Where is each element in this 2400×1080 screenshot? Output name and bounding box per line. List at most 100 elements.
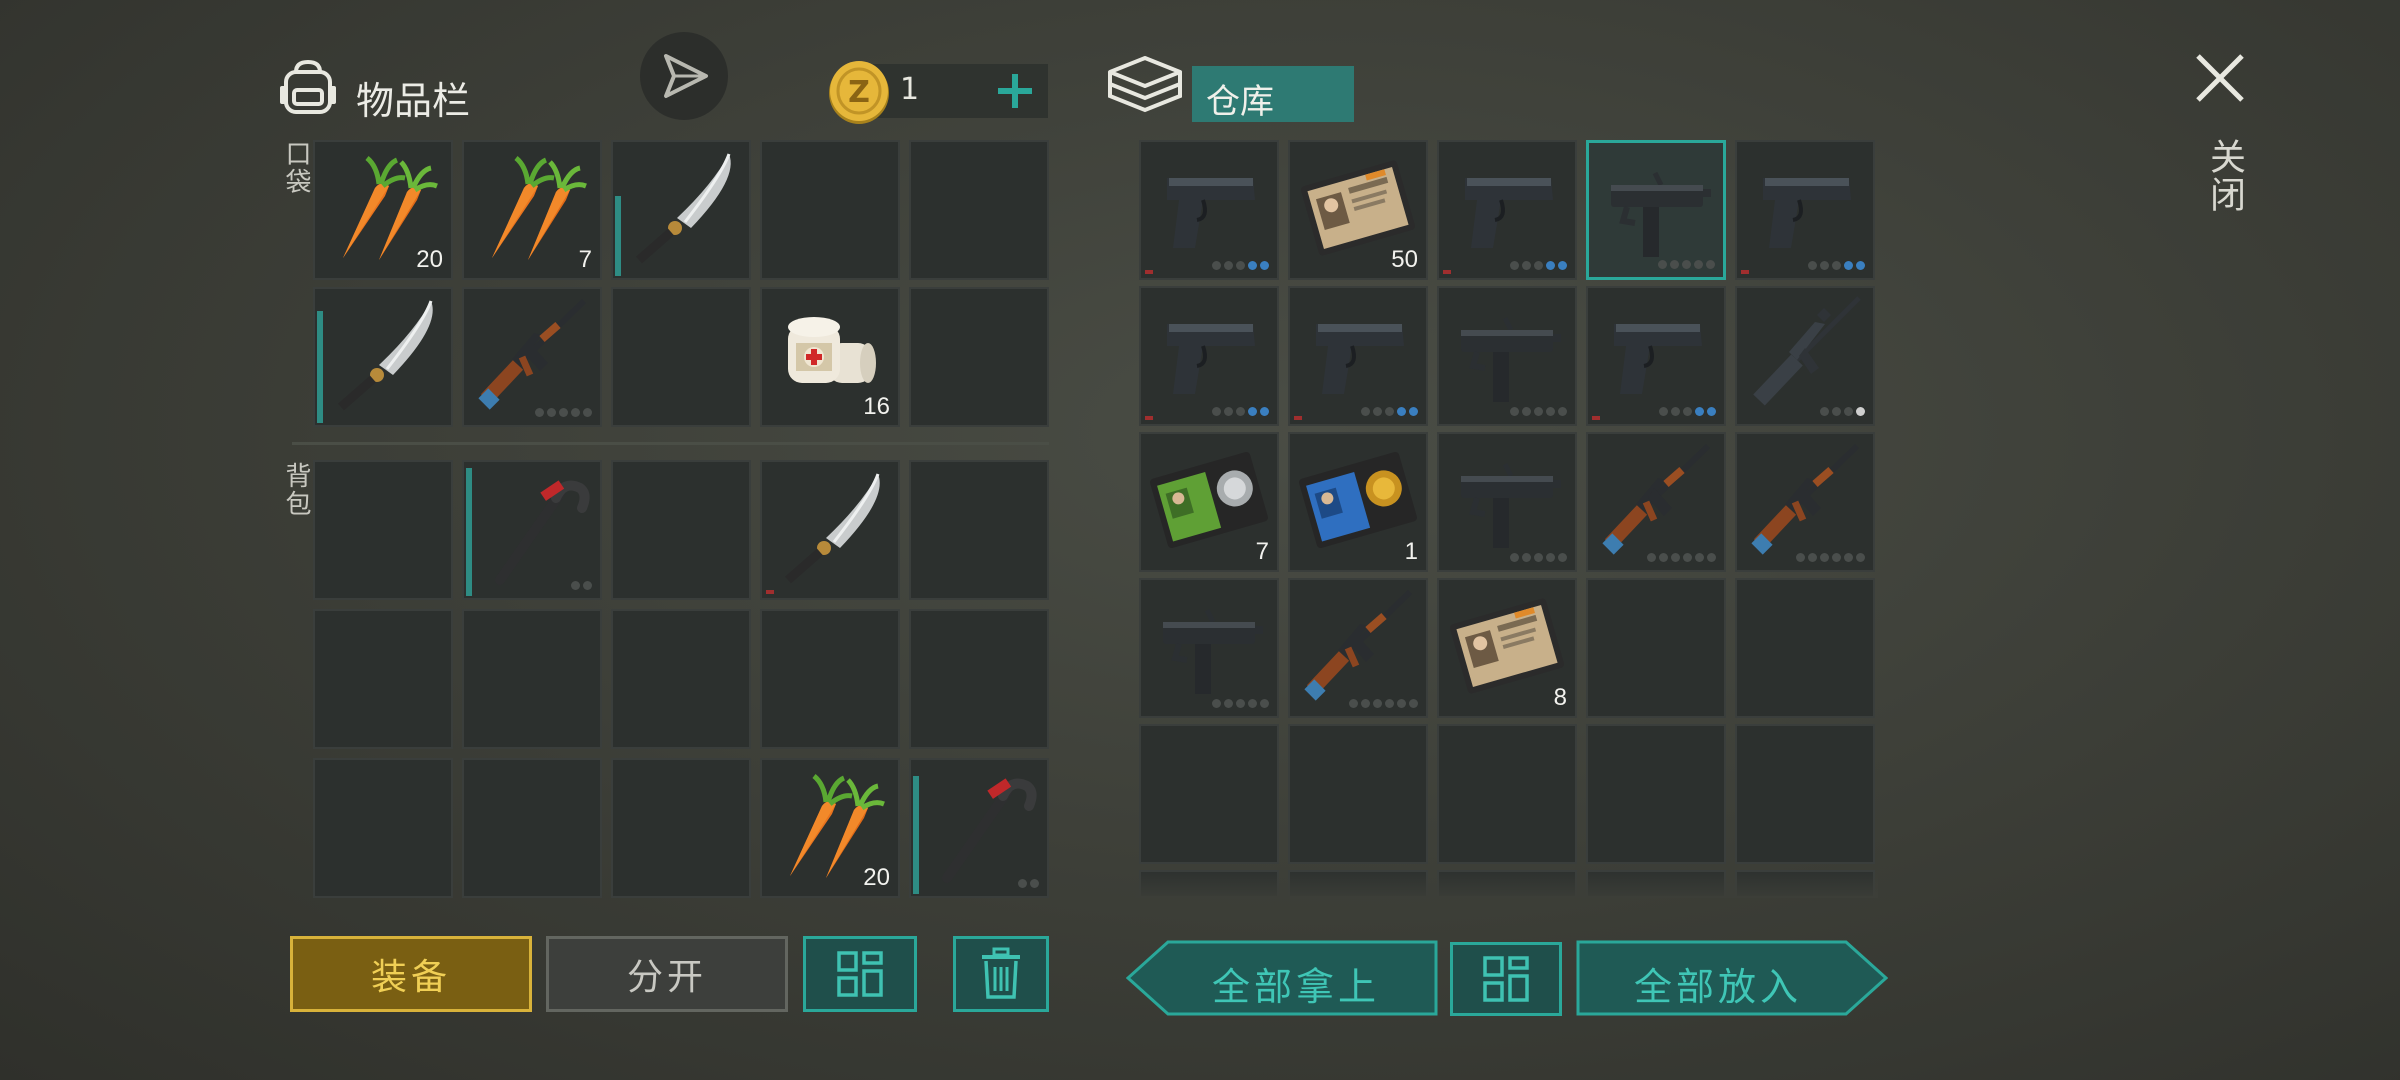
trash-icon — [982, 947, 1020, 999]
inventory-slot-pistol[interactable] — [1586, 286, 1726, 426]
take-all-label: 全部拿上 — [1212, 965, 1381, 1009]
storage-title: 仓库 — [1206, 82, 1274, 122]
grid-sort-icon — [837, 951, 883, 997]
inventory-slot-carrot[interactable]: 20 — [760, 758, 900, 898]
equip-label: 装备 — [370, 957, 451, 998]
ammo-indicator — [571, 581, 592, 590]
inventory-slot-uzi[interactable] — [1437, 286, 1577, 426]
equip-button[interactable]: 装备 — [290, 936, 532, 1012]
inventory-slot-empty[interactable] — [1586, 578, 1726, 718]
inventory-slot-m16-rifle[interactable] — [1735, 286, 1875, 426]
inventory-slot-uzi[interactable] — [1586, 140, 1726, 280]
pistol-icon — [1745, 148, 1865, 268]
inventory-slot-empty[interactable] — [1735, 578, 1875, 718]
put-all-label: 全部放入 — [1634, 965, 1803, 1009]
pistol-icon — [1447, 148, 1567, 268]
damage-marker — [766, 590, 774, 594]
inventory-slot-empty[interactable] — [760, 609, 900, 749]
inventory-slot-bandage[interactable]: 16 — [760, 287, 900, 427]
inventory-slot-pistol[interactable] — [1735, 140, 1875, 280]
inventory-slot-empty[interactable] — [611, 460, 751, 600]
inventory-slot-uzi[interactable] — [1139, 578, 1279, 718]
ak-rifle-icon — [1298, 586, 1418, 706]
inventory-slot-pistol[interactable] — [1437, 140, 1577, 280]
item-quantity: 20 — [863, 864, 890, 891]
ammo-indicator — [1796, 553, 1865, 562]
inventory-slot-machete[interactable] — [611, 140, 751, 280]
inventory-slot-machete[interactable] — [760, 460, 900, 600]
ammo-indicator — [1820, 407, 1865, 416]
inventory-slot-pistol[interactable] — [1288, 286, 1428, 426]
pistol-icon — [1149, 294, 1269, 414]
inventory-slot-carrot[interactable]: 7 — [462, 140, 602, 280]
ammo-indicator — [1018, 879, 1039, 888]
inventory-slot-empty[interactable] — [909, 460, 1049, 600]
ak-rifle-icon — [472, 295, 592, 415]
ammo-indicator — [1510, 261, 1567, 270]
inventory-slot-green-id-card[interactable]: 7 — [1139, 432, 1279, 572]
inventory-slot-crowbar[interactable] — [909, 758, 1049, 898]
item-quantity: 50 — [1391, 246, 1418, 273]
item-quantity: 7 — [578, 246, 592, 273]
inventory-slot-crowbar[interactable] — [462, 460, 602, 600]
uzi-icon — [1597, 149, 1717, 269]
put-all-button[interactable]: 全部放入 — [1576, 940, 1888, 1016]
inventory-slot-uzi[interactable] — [1437, 432, 1577, 572]
storage-icon — [1106, 52, 1184, 126]
uzi-icon — [1447, 294, 1567, 414]
inventory-slot-empty[interactable] — [909, 609, 1049, 749]
inventory-slot-empty[interactable] — [611, 287, 751, 427]
item-quantity: 7 — [1255, 538, 1269, 565]
trash-button[interactable] — [953, 936, 1049, 1012]
inventory-slot-machete[interactable] — [313, 287, 453, 427]
inventory-slot-empty[interactable] — [1735, 724, 1875, 864]
inventory-slot-empty[interactable] — [760, 140, 900, 280]
inventory-slot-empty[interactable] — [462, 758, 602, 898]
add-coins-button[interactable] — [988, 64, 1042, 118]
coin-count: 1 — [900, 72, 920, 107]
inventory-slot-ak-rifle[interactable] — [1288, 578, 1428, 718]
ammo-indicator — [1361, 407, 1418, 416]
carrot-icon — [472, 148, 592, 268]
inventory-slot-pistol[interactable] — [1139, 286, 1279, 426]
inventory-slot-empty[interactable] — [313, 460, 453, 600]
backpack-icon — [278, 58, 338, 120]
inventory-slot-blue-id-card[interactable]: 1 — [1288, 432, 1428, 572]
ammo-indicator — [1808, 261, 1865, 270]
inventory-slot-empty[interactable] — [313, 758, 453, 898]
split-button[interactable]: 分开 — [546, 936, 788, 1012]
inventory-slot-police-badge-wallet[interactable]: 50 — [1288, 140, 1428, 280]
damage-marker — [1741, 270, 1749, 274]
inventory-slot-empty[interactable] — [462, 609, 602, 749]
plus-icon — [998, 74, 1032, 108]
inventory-slot-empty[interactable] — [1288, 724, 1428, 864]
inventory-slot-police-badge-wallet[interactable]: 8 — [1437, 578, 1577, 718]
inventory-slot-empty[interactable] — [909, 287, 1049, 427]
ammo-indicator — [1510, 553, 1567, 562]
close-button[interactable] — [2190, 48, 2250, 108]
split-label: 分开 — [626, 957, 707, 998]
inventory-slot-empty[interactable] — [1586, 724, 1726, 864]
inventory-slot-pistol[interactable] — [1139, 140, 1279, 280]
item-quantity: 8 — [1553, 684, 1567, 711]
inventory-slot-ak-rifle[interactable] — [1586, 432, 1726, 572]
inventory-slot-empty[interactable] — [1437, 724, 1577, 864]
inventory-slot-empty[interactable] — [313, 609, 453, 749]
inventory-slot-empty[interactable] — [909, 140, 1049, 280]
damage-marker — [1592, 416, 1600, 420]
send-button[interactable] — [640, 32, 728, 120]
inventory-slot-empty[interactable] — [611, 609, 751, 749]
inventory-slot-carrot[interactable]: 20 — [313, 140, 453, 280]
inventory-slot-empty[interactable] — [1139, 724, 1279, 864]
ammo-indicator — [1647, 553, 1716, 562]
crowbar-icon — [472, 468, 592, 588]
inventory-slot-ak-rifle[interactable] — [1735, 432, 1875, 572]
inventory-slot-ak-rifle[interactable] — [462, 287, 602, 427]
close-label[interactable]: 关闭 — [2198, 138, 2250, 214]
pistol-icon — [1596, 294, 1716, 414]
sort-storage-button[interactable] — [1450, 942, 1562, 1016]
green-id-card-icon — [1149, 440, 1269, 560]
sort-inventory-button[interactable] — [803, 936, 917, 1012]
inventory-slot-empty[interactable] — [611, 758, 751, 898]
take-all-button[interactable]: 全部拿上 — [1126, 940, 1438, 1016]
